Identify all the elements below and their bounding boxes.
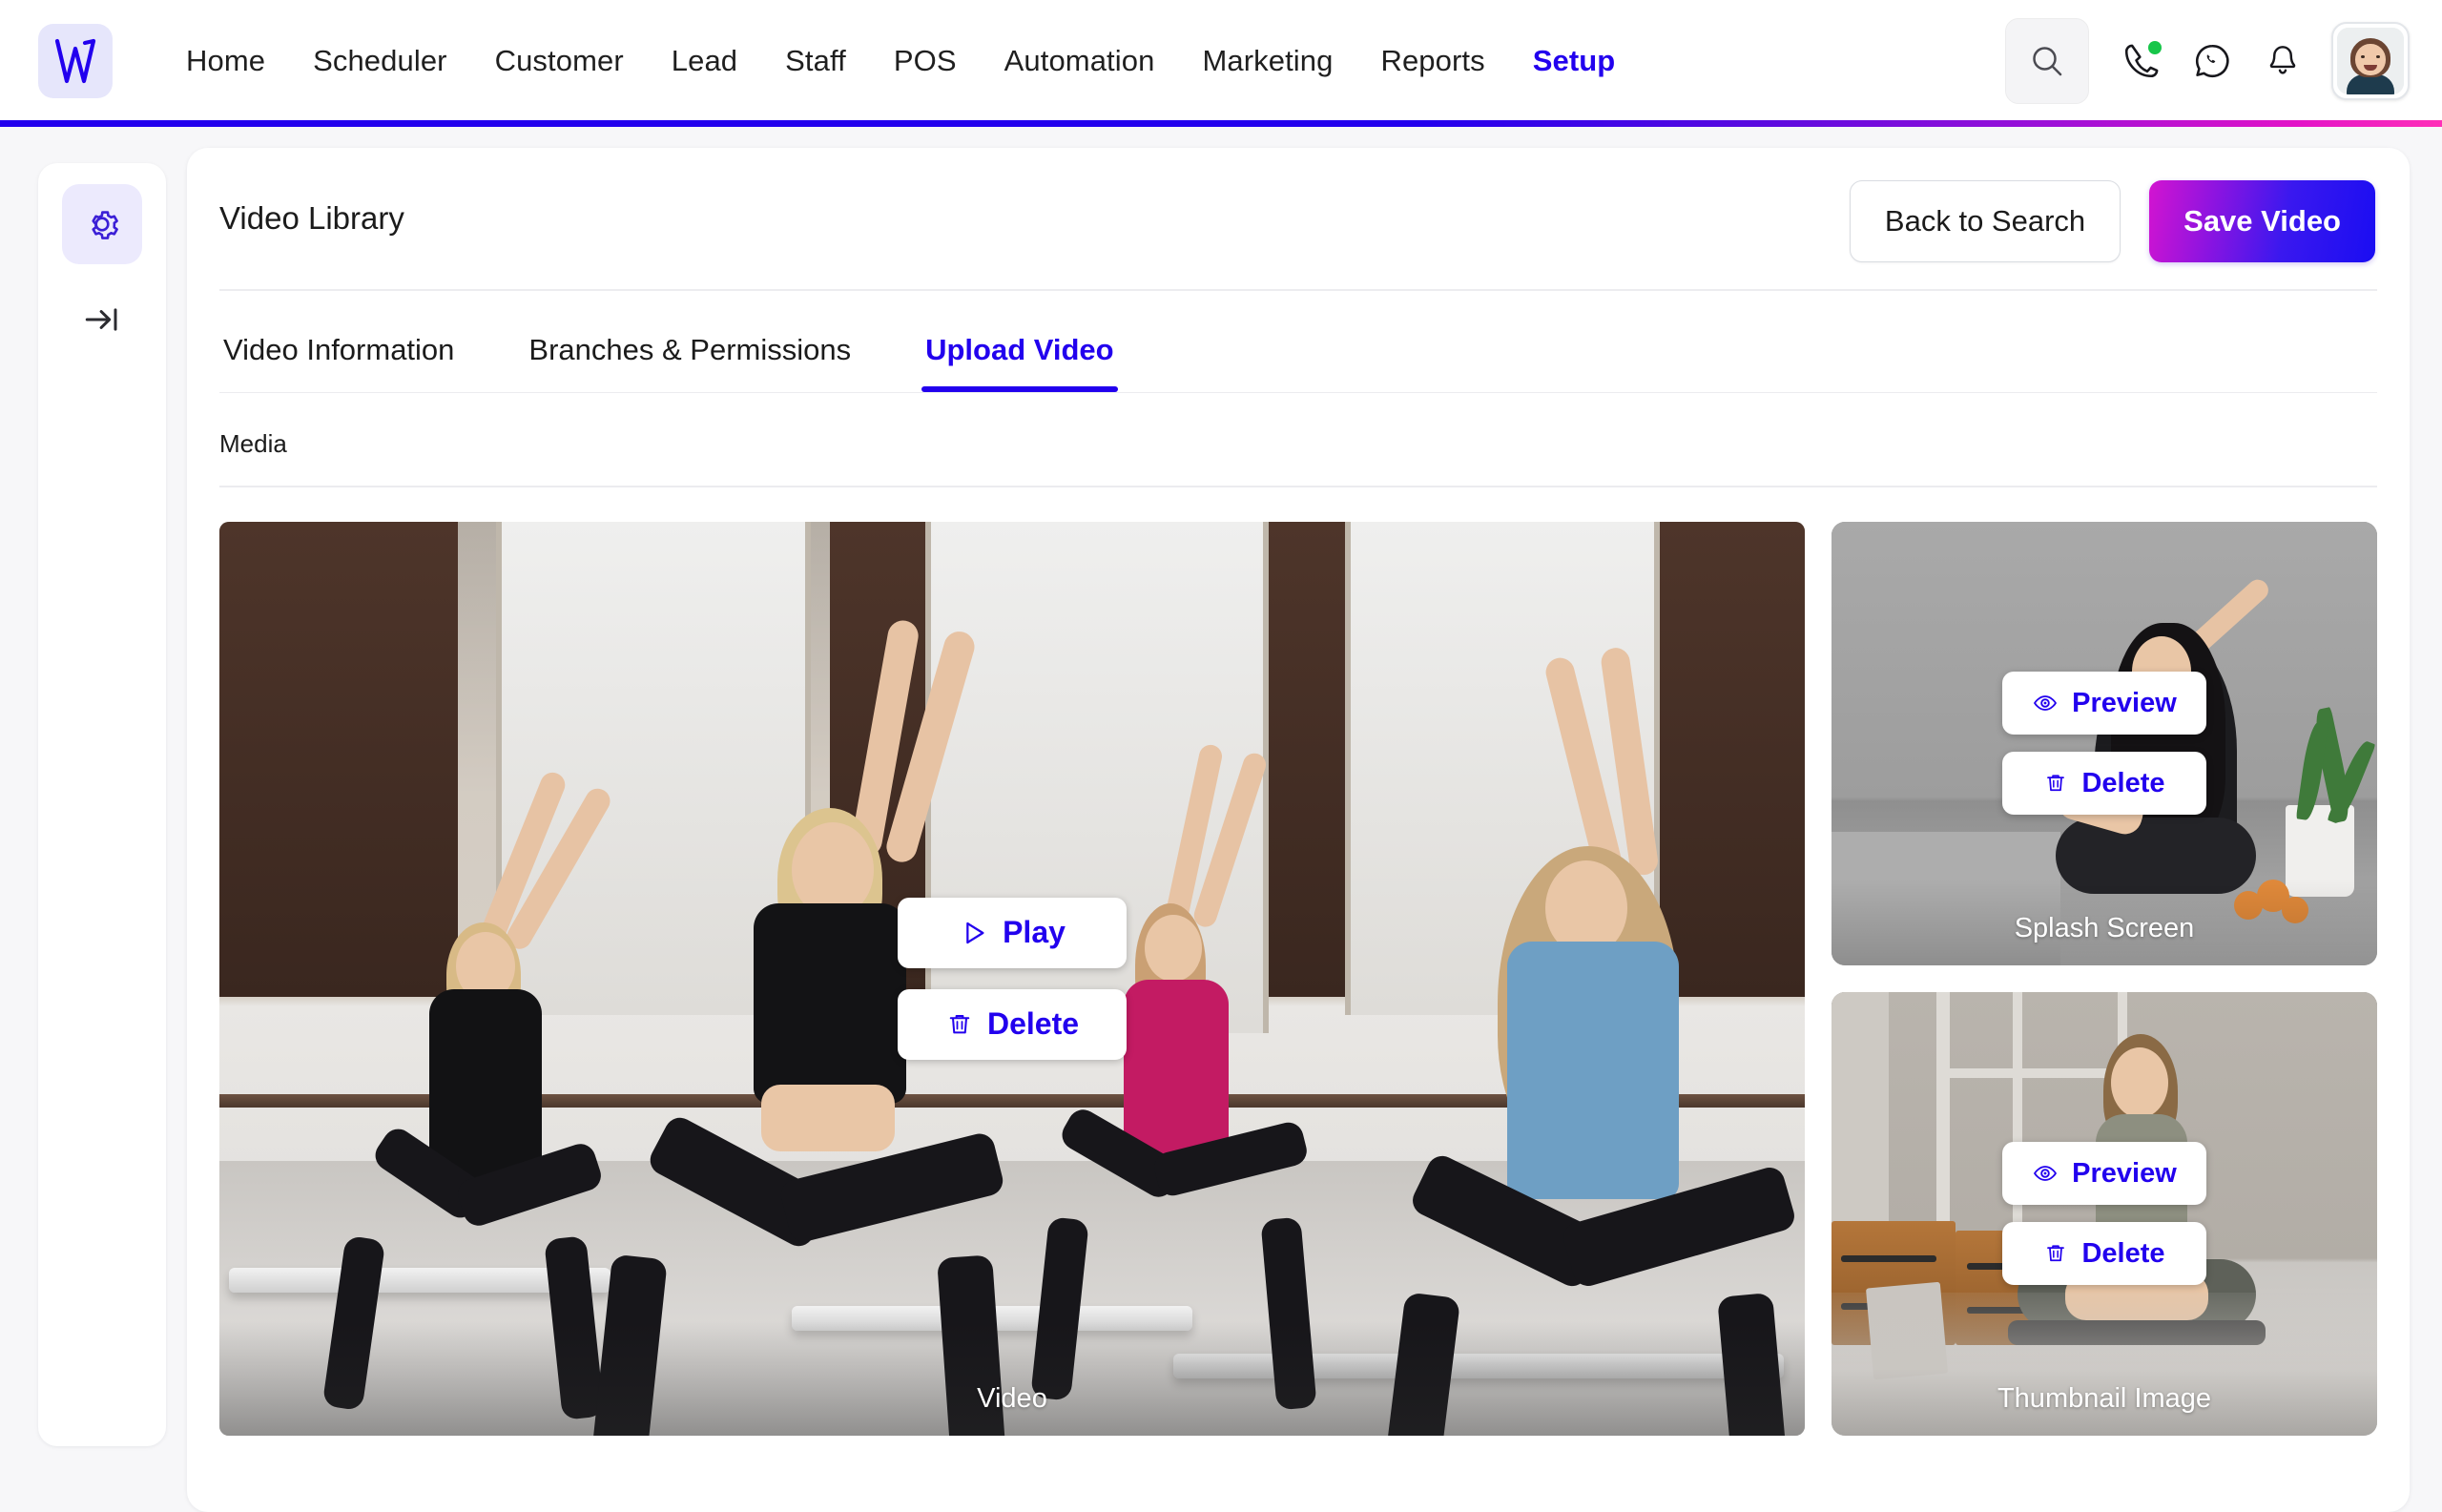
back-to-search-button[interactable]: Back to Search <box>1849 180 2121 262</box>
nav-item-lead[interactable]: Lead <box>648 44 761 78</box>
page-body: Video Library Back to Search Save Video … <box>0 127 2442 1512</box>
tab-video-information[interactable]: Video Information <box>219 333 458 392</box>
rail-item-expand-panel[interactable] <box>62 280 142 360</box>
splash-screen-tile[interactable]: Preview Delete Splash Screen <box>1832 521 2377 965</box>
eye-icon <box>2034 695 2058 711</box>
play-icon <box>966 922 984 943</box>
header-actions: Back to Search Save Video <box>1849 180 2375 262</box>
trash-icon <box>2047 775 2065 792</box>
gear-icon <box>92 211 118 239</box>
video-tile[interactable]: Play Delete Video <box>219 521 1805 1436</box>
online-status-dot <box>2148 41 2162 54</box>
whatsapp-button[interactable] <box>2177 26 2247 96</box>
delete-video-button[interactable]: Delete <box>898 988 1127 1060</box>
avatar[interactable] <box>2331 22 2410 100</box>
eye-icon <box>2034 1166 2058 1181</box>
trash-icon <box>2047 1245 2065 1262</box>
delete-thumbnail-button[interactable]: Delete <box>2002 1222 2206 1285</box>
trash-icon <box>949 1014 970 1033</box>
nav-actions <box>2005 0 2410 122</box>
video-tile-caption: Video <box>977 1382 1047 1414</box>
delete-thumbnail-label: Delete <box>2081 1237 2165 1269</box>
nav-item-automation[interactable]: Automation <box>981 44 1179 78</box>
thumbnail-tile-actions: Preview Delete <box>1832 992 2377 1436</box>
nav-item-reports[interactable]: Reports <box>1356 44 1508 78</box>
top-navigation-bar: Home Scheduler Customer Lead Staff POS A… <box>0 0 2442 122</box>
tab-branches-permissions[interactable]: Branches & Permissions <box>525 333 855 392</box>
preview-thumbnail-button[interactable]: Preview <box>2002 1142 2206 1205</box>
preview-splash-label: Preview <box>2072 687 2177 718</box>
media-divider <box>219 486 2377 487</box>
nav-item-staff[interactable]: Staff <box>761 44 870 78</box>
media-grid: Play Delete Video Preview Delete Splash … <box>187 521 2410 1436</box>
save-video-button[interactable]: Save Video <box>2149 180 2375 262</box>
thumbnail-tile-caption: Thumbnail Image <box>1997 1382 2212 1414</box>
left-rail <box>38 163 166 1446</box>
delete-splash-label: Delete <box>2081 767 2165 798</box>
delete-video-label: Delete <box>986 1006 1080 1041</box>
play-video-label: Play <box>1003 915 1066 949</box>
card-header: Video Library Back to Search Save Video <box>187 148 2410 289</box>
nav-item-pos[interactable]: POS <box>870 44 981 78</box>
rail-item-settings[interactable] <box>62 184 142 264</box>
call-button[interactable] <box>2106 26 2177 96</box>
preview-thumbnail-label: Preview <box>2072 1157 2177 1189</box>
search-icon <box>2033 47 2062 76</box>
nav-item-home[interactable]: Home <box>162 44 289 78</box>
nav-item-scheduler[interactable]: Scheduler <box>289 44 471 78</box>
media-section-label: Media <box>219 429 287 458</box>
content-card: Video Library Back to Search Save Video … <box>187 148 2410 1512</box>
splash-tile-caption: Splash Screen <box>2014 912 2195 943</box>
preview-splash-button[interactable]: Preview <box>2002 672 2206 735</box>
header-gradient-rule <box>0 120 2442 127</box>
thumbnail-image-tile[interactable]: Preview Delete Thumbnail Image <box>1832 991 2377 1436</box>
app-logo[interactable] <box>38 24 113 98</box>
nav-item-marketing[interactable]: Marketing <box>1178 44 1356 78</box>
media-side-column: Preview Delete Splash Screen Preview Del… <box>1832 521 2377 1436</box>
play-video-button[interactable]: Play <box>898 897 1127 968</box>
expand-panel-icon <box>85 308 117 331</box>
tab-upload-video[interactable]: Upload Video <box>921 333 1118 392</box>
w-logo-icon <box>54 38 96 84</box>
splash-tile-actions: Preview Delete <box>1832 522 2377 965</box>
tab-bar: Video Information Branches & Permissions… <box>187 291 2410 392</box>
video-tile-actions: Play Delete <box>219 522 1805 1436</box>
search-button[interactable] <box>2005 18 2089 104</box>
nav-item-setup[interactable]: Setup <box>1509 44 1640 78</box>
avatar-image <box>2337 28 2404 94</box>
page-title: Video Library <box>219 200 404 236</box>
whatsapp-icon <box>2195 44 2229 78</box>
notification-bell-icon <box>2269 46 2296 74</box>
primary-nav: Home Scheduler Customer Lead Staff POS A… <box>162 44 1639 78</box>
delete-splash-button[interactable]: Delete <box>2002 752 2206 815</box>
notifications-button[interactable] <box>2247 26 2318 96</box>
nav-item-customer[interactable]: Customer <box>471 44 648 78</box>
